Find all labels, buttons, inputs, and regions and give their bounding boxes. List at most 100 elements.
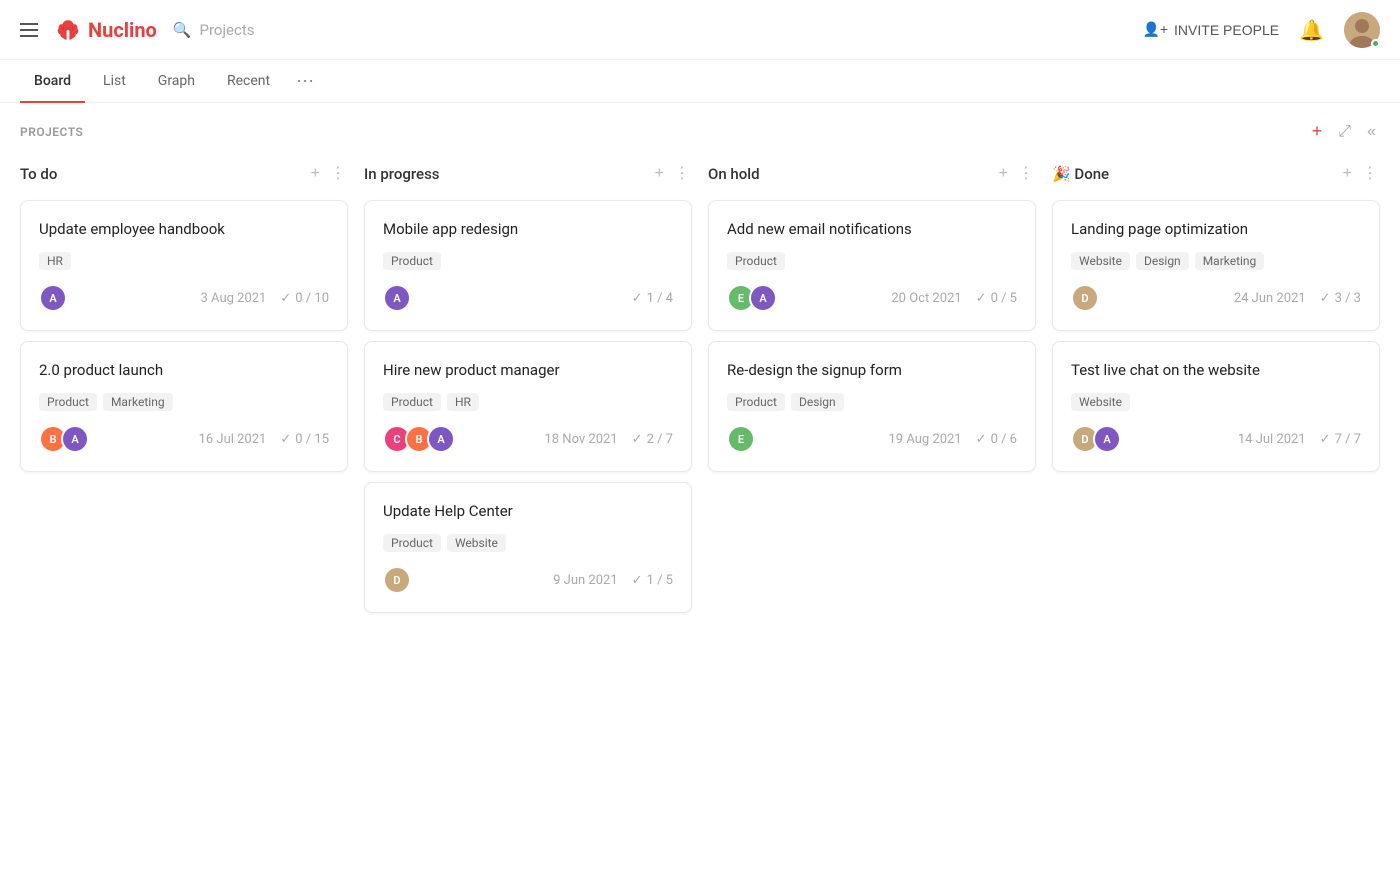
column-todo-more-button[interactable]: ⋮ xyxy=(328,164,348,184)
card-date: 3 Aug 2021 xyxy=(201,291,267,306)
tab-recent[interactable]: Recent xyxy=(213,61,284,103)
column-inprogress-add-button[interactable]: + xyxy=(653,164,666,184)
card-check-count: ✓ 1 / 5 xyxy=(632,573,673,588)
tag-product: Product xyxy=(727,393,785,411)
tab-graph[interactable]: Graph xyxy=(144,61,209,103)
tab-list[interactable]: List xyxy=(89,61,140,103)
avatar: A xyxy=(749,284,777,312)
column-todo: To do + ⋮ Update employee handbook HR A … xyxy=(20,160,348,482)
card-tags: Website xyxy=(1071,393,1361,411)
card-title: Mobile app redesign xyxy=(383,219,673,240)
avatar: E xyxy=(727,425,755,453)
card-avatars: A xyxy=(39,284,67,312)
card-footer: D 24 Jun 2021 ✓ 3 / 3 xyxy=(1071,284,1361,312)
logo[interactable]: Nuclino xyxy=(54,18,157,42)
tag-design: Design xyxy=(1136,252,1189,270)
card-meta: 20 Oct 2021 ✓ 0 / 5 xyxy=(891,291,1017,306)
search-icon: 🔍 xyxy=(173,21,192,39)
online-status-dot xyxy=(1371,39,1380,48)
logo-text: Nuclino xyxy=(88,18,157,42)
card-check-count: ✓ 0 / 5 xyxy=(976,291,1017,306)
card-live-chat[interactable]: Test live chat on the website Website D … xyxy=(1052,341,1380,472)
card-signup-form[interactable]: Re-design the signup form Product Design… xyxy=(708,341,1036,472)
add-column-button[interactable]: + xyxy=(1308,119,1327,144)
card-tags: Product Website xyxy=(383,534,673,552)
tag-product: Product xyxy=(727,252,785,270)
card-avatars: E A xyxy=(727,284,777,312)
card-title: Test live chat on the website xyxy=(1071,360,1361,381)
tab-more-icon[interactable]: ⋯ xyxy=(288,63,322,100)
card-mobile-redesign[interactable]: Mobile app redesign Product A ✓ 1 / 4 xyxy=(364,200,692,331)
card-landing-page[interactable]: Landing page optimization Website Design… xyxy=(1052,200,1380,331)
expand-board-button[interactable]: ⤢ xyxy=(1334,121,1355,143)
header: Nuclino 🔍 Projects 👤+ INVITE PEOPLE 🔔 xyxy=(0,0,1400,60)
tabs-nav: Board List Graph Recent ⋯ xyxy=(0,60,1400,103)
column-todo-header: To do + ⋮ xyxy=(20,160,348,188)
card-meta: ✓ 1 / 4 xyxy=(618,291,673,306)
tag-product: Product xyxy=(383,252,441,270)
column-done-title: 🎉 Done xyxy=(1052,165,1109,183)
menu-icon[interactable] xyxy=(20,23,38,37)
card-tags: Product xyxy=(383,252,673,270)
card-check-count: ✓ 3 / 3 xyxy=(1320,291,1361,306)
card-title: Hire new product manager xyxy=(383,360,673,381)
tag-marketing: Marketing xyxy=(103,393,173,411)
header-right: 👤+ INVITE PEOPLE 🔔 xyxy=(1142,12,1380,48)
column-done-add-button[interactable]: + xyxy=(1341,164,1354,184)
card-check-count: ✓ 0 / 15 xyxy=(280,432,329,447)
column-inprogress-title: In progress xyxy=(364,165,440,183)
card-email-notifications[interactable]: Add new email notifications Product E A … xyxy=(708,200,1036,331)
card-tags: Product Design xyxy=(727,393,1017,411)
collapse-board-button[interactable]: « xyxy=(1363,121,1380,143)
avatar: A xyxy=(1093,425,1121,453)
card-update-help-center[interactable]: Update Help Center Product Website D 9 J… xyxy=(364,482,692,613)
card-tags: Product Marketing xyxy=(39,393,329,411)
card-tags: Product xyxy=(727,252,1017,270)
card-date: 9 Jun 2021 xyxy=(553,573,618,588)
card-footer: D 9 Jun 2021 ✓ 1 / 5 xyxy=(383,566,673,594)
column-onhold-more-button[interactable]: ⋮ xyxy=(1016,164,1036,184)
card-date: 16 Jul 2021 xyxy=(199,432,267,447)
card-tags: Product HR xyxy=(383,393,673,411)
card-meta: 3 Aug 2021 ✓ 0 / 10 xyxy=(201,291,330,306)
avatar: D xyxy=(383,566,411,594)
column-done: 🎉 Done + ⋮ Landing page optimization Web… xyxy=(1052,160,1380,482)
card-meta: 9 Jun 2021 ✓ 1 / 5 xyxy=(553,573,673,588)
card-date: 14 Jul 2021 xyxy=(1238,432,1306,447)
card-avatars: D xyxy=(1071,284,1099,312)
card-tags: HR xyxy=(39,252,329,270)
card-meta: 19 Aug 2021 ✓ 0 / 6 xyxy=(888,432,1017,447)
column-todo-actions: + ⋮ xyxy=(309,164,348,184)
column-done-more-button[interactable]: ⋮ xyxy=(1360,164,1380,184)
column-todo-title: To do xyxy=(20,165,57,183)
card-title: Add new email notifications xyxy=(727,219,1017,240)
tab-board[interactable]: Board xyxy=(20,61,85,103)
card-footer: B A 16 Jul 2021 ✓ 0 / 15 xyxy=(39,425,329,453)
card-title: Landing page optimization xyxy=(1071,219,1361,240)
check-icon: ✓ xyxy=(632,291,643,306)
check-icon: ✓ xyxy=(280,432,291,447)
tag-design: Design xyxy=(791,393,844,411)
search-bar[interactable]: 🔍 Projects xyxy=(173,21,255,39)
column-todo-add-button[interactable]: + xyxy=(309,164,322,184)
check-icon: ✓ xyxy=(632,573,643,588)
card-avatars: D xyxy=(383,566,411,594)
column-inprogress-more-button[interactable]: ⋮ xyxy=(672,164,692,184)
invite-label: INVITE PEOPLE xyxy=(1174,22,1279,38)
tag-hr: HR xyxy=(39,252,71,270)
card-product-launch[interactable]: 2.0 product launch Product Marketing B A… xyxy=(20,341,348,472)
card-update-employee-handbook[interactable]: Update employee handbook HR A 3 Aug 2021… xyxy=(20,200,348,331)
card-check-count: ✓ 0 / 10 xyxy=(280,291,329,306)
column-inprogress: In progress + ⋮ Mobile app redesign Prod… xyxy=(364,160,692,623)
invite-people-button[interactable]: 👤+ INVITE PEOPLE xyxy=(1142,21,1279,38)
card-avatars: C B A xyxy=(383,425,455,453)
avatar: A xyxy=(61,425,89,453)
card-meta: 14 Jul 2021 ✓ 7 / 7 xyxy=(1238,432,1361,447)
column-onhold-add-button[interactable]: + xyxy=(997,164,1010,184)
notification-bell-icon[interactable]: 🔔 xyxy=(1299,18,1324,42)
card-hire-product-manager[interactable]: Hire new product manager Product HR C B … xyxy=(364,341,692,472)
user-avatar-wrapper[interactable] xyxy=(1344,12,1380,48)
column-onhold-header: On hold + ⋮ xyxy=(708,160,1036,188)
tag-website: Website xyxy=(447,534,506,552)
avatar: A xyxy=(39,284,67,312)
